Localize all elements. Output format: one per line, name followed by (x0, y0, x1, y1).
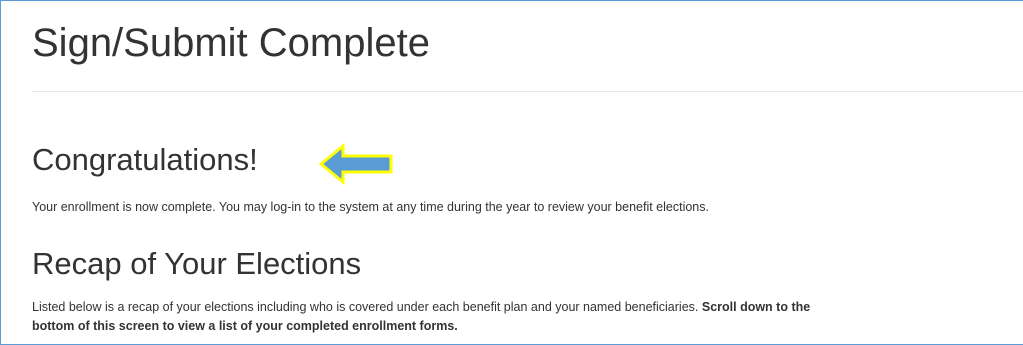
recap-scroll-instruction-line2: bottom of this screen to view a list of … (32, 319, 458, 333)
page-frame: Sign/Submit Complete Congratulations! Yo… (0, 0, 1023, 345)
recap-intro: Listed below is a recap of your election… (32, 300, 702, 314)
title-divider (32, 91, 1023, 92)
enrollment-complete-message: Your enrollment is now complete. You may… (32, 200, 709, 214)
congratulations-heading: Congratulations! (32, 142, 258, 177)
recap-scroll-instruction-line1: Scroll down to the (701, 300, 811, 314)
page-title: Sign/Submit Complete (32, 21, 430, 65)
recap-intro-text: Listed below is a recap of your election… (32, 298, 810, 336)
left-arrow-icon (319, 142, 393, 186)
recap-heading: Recap of Your Elections (32, 246, 362, 281)
